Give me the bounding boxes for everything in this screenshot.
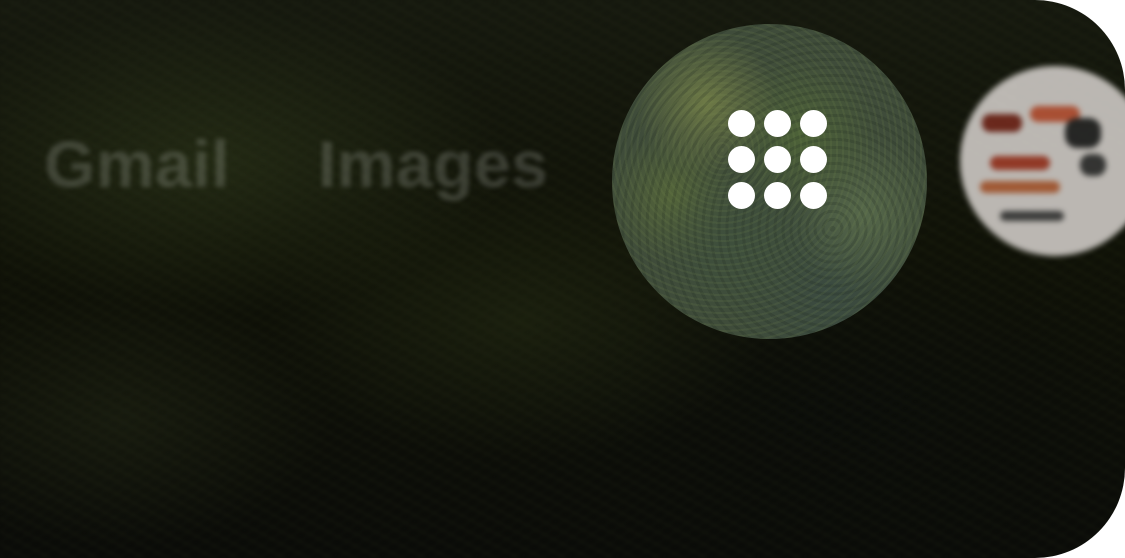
grid-dot xyxy=(800,146,827,173)
grid-dot xyxy=(728,146,755,173)
grid-dot xyxy=(764,110,791,137)
header-links: Gmail Images xyxy=(44,126,548,202)
grid-dot xyxy=(764,146,791,173)
grid-dot xyxy=(728,110,755,137)
background-texture xyxy=(0,0,1125,558)
grid-dot xyxy=(764,182,791,209)
images-link[interactable]: Images xyxy=(318,126,548,202)
grid-dot xyxy=(800,182,827,209)
grid-dot xyxy=(800,110,827,137)
page-frame: Gmail Images xyxy=(0,0,1125,558)
avatar-detail xyxy=(1080,154,1106,176)
apps-button[interactable] xyxy=(612,24,927,339)
gmail-link[interactable]: Gmail xyxy=(44,126,230,202)
avatar-detail xyxy=(1000,211,1064,221)
grid-dot xyxy=(728,182,755,209)
avatar-detail xyxy=(980,181,1060,193)
avatar-detail xyxy=(1065,118,1101,148)
avatar-detail xyxy=(990,156,1050,170)
avatar-detail xyxy=(982,114,1022,132)
apps-grid-icon xyxy=(728,110,830,212)
